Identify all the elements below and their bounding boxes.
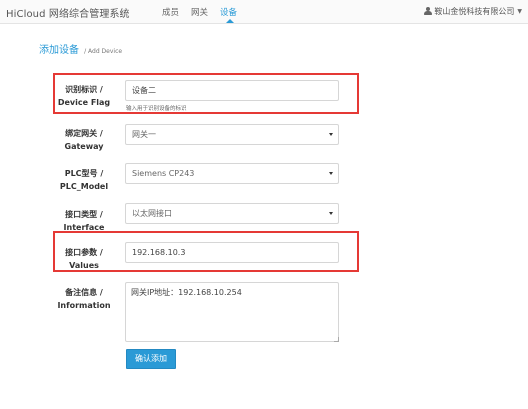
nav-item-gateways[interactable]: 网关 (191, 6, 208, 18)
gateway-select[interactable]: 网关一 (125, 124, 339, 145)
nav-item-members[interactable]: 成员 (162, 6, 179, 18)
interface-label-cn: 接口类型 / (65, 210, 103, 219)
highlight-device-flag (53, 73, 359, 114)
brand-title[interactable]: HiCloud 网络综合管理系统 (6, 5, 130, 20)
information-textarea[interactable]: 网关IP地址：192.168.10.254 (125, 282, 339, 342)
page-title-sub: / Add Device (84, 48, 123, 55)
information-label: 备注信息 / Information (56, 287, 112, 312)
user-name: 鞍山金悦科技有限公司 (434, 7, 515, 16)
submit-add-button[interactable]: 确认添加 (126, 349, 176, 369)
page-title: 添加设备 / Add Device (39, 38, 122, 57)
information-label-en: Information (57, 300, 111, 310)
top-navbar: HiCloud 网络综合管理系统 成员 网关 设备 鞍山金悦科技有限公司 ▼ (0, 0, 528, 24)
information-label-cn: 备注信息 / (65, 288, 103, 297)
user-icon (424, 7, 433, 16)
plc-model-label-en: PLC_Model (59, 181, 109, 191)
chevron-down-icon (329, 133, 333, 136)
chevron-down-icon (329, 212, 333, 215)
gateway-selected-value: 网关一 (132, 130, 156, 139)
gateway-label: 绑定网关 / Gateway (56, 128, 112, 153)
plc-model-selected-value: Siemens CP243 (132, 169, 195, 178)
page-title-main: 添加设备 (39, 45, 79, 56)
caret-down-icon: ▼ (517, 8, 522, 15)
active-nav-indicator (226, 19, 234, 23)
plc-model-label-cn: PLC型号 / (64, 169, 104, 178)
interface-selected-value: 以太网接口 (132, 209, 172, 218)
gateway-label-en: Gateway (64, 141, 104, 151)
highlight-values (53, 231, 359, 272)
resize-grip-icon[interactable] (334, 337, 339, 342)
chevron-down-icon (329, 172, 333, 175)
user-menu[interactable]: 鞍山金悦科技有限公司 ▼ (424, 6, 522, 17)
plc-model-select[interactable]: Siemens CP243 (125, 163, 339, 184)
nav-item-devices[interactable]: 设备 (220, 6, 237, 18)
interface-select[interactable]: 以太网接口 (125, 203, 339, 224)
gateway-label-cn: 绑定网关 / (65, 129, 103, 138)
plc-model-label: PLC型号 / PLC_Model (56, 168, 112, 193)
